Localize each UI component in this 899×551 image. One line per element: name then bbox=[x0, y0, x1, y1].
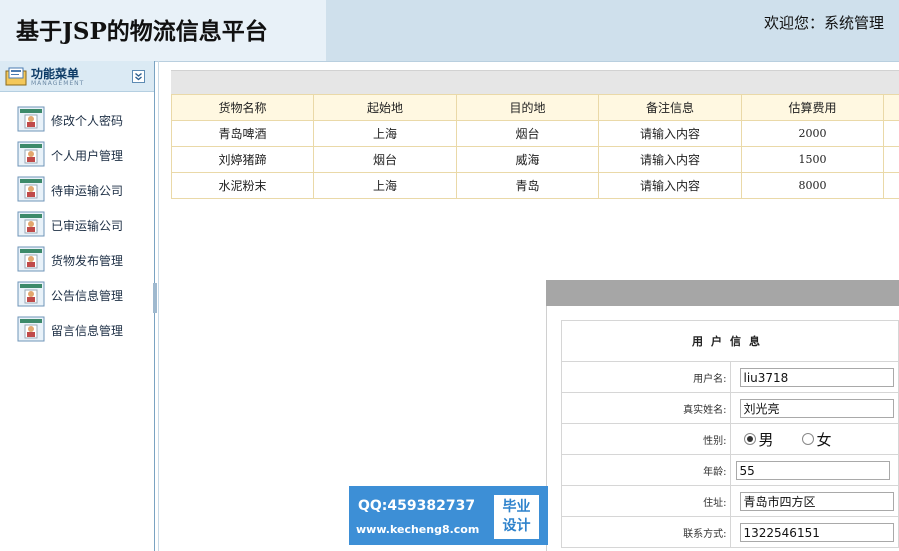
gender-female-radio[interactable] bbox=[801, 433, 814, 445]
sidebar-item-pending-companies[interactable]: 待审运输公司 bbox=[17, 176, 147, 204]
age-field[interactable]: 55 bbox=[735, 460, 890, 480]
table-cell: 上海 bbox=[313, 172, 457, 199]
column-header: 估算费用 bbox=[741, 94, 884, 121]
user-card-icon bbox=[17, 141, 45, 170]
user-info-caption: 用户信息 bbox=[561, 320, 899, 362]
user-info-table: 用户信息 用户名: liu3718 真实姓名: 刘光亮 性别: 男女 年龄: 5… bbox=[561, 320, 899, 548]
sidebar-item-label: 修改个人密码 bbox=[51, 114, 124, 128]
table-row: 青岛啤酒 上海 烟台 请输入内容 2000 bbox=[171, 120, 899, 147]
table-cell: 威海 bbox=[456, 146, 599, 173]
field-label: 性别: bbox=[561, 423, 731, 455]
field-label: 住址: bbox=[561, 485, 731, 517]
table-cell: 烟台 bbox=[456, 120, 599, 147]
gender-radio-group: 男女 bbox=[743, 430, 860, 449]
column-header: 备注信息 bbox=[598, 94, 742, 121]
table-cell: 上海 bbox=[313, 120, 457, 147]
table-cell: 请输入内容 bbox=[598, 172, 742, 199]
user-card-icon bbox=[17, 106, 45, 135]
watermark-badge: 毕业 设计 bbox=[494, 495, 539, 539]
top-header: 基于JSP的物流信息平台 欢迎您：系统管理 bbox=[0, 0, 899, 62]
column-header: 目的地 bbox=[456, 94, 599, 121]
table-header-row: 货物名称 起始地 目的地 备注信息 估算费用 bbox=[171, 94, 899, 121]
sidebar-item-label: 待审运输公司 bbox=[51, 184, 124, 198]
table-row: 刘婷猪蹄 烟台 威海 请输入内容 1500 bbox=[171, 146, 899, 173]
column-header: 起始地 bbox=[313, 94, 457, 121]
field-label: 用户名: bbox=[561, 361, 731, 393]
sidebar-item-change-password[interactable]: 修改个人密码 bbox=[17, 106, 147, 134]
app-title: 基于JSP的物流信息平台 bbox=[16, 18, 268, 45]
sidebar-item-label: 货物发布管理 bbox=[51, 254, 124, 268]
table-cell: 8000 bbox=[741, 172, 884, 199]
table-cell: 烟台 bbox=[313, 146, 457, 173]
sidebar-item-notices[interactable]: 公告信息管理 bbox=[17, 281, 147, 309]
sidebar-resize-handle[interactable] bbox=[153, 283, 157, 313]
watermark-url: www.kecheng8.com bbox=[356, 523, 480, 536]
welcome-text: 欢迎您：系统管理 bbox=[764, 14, 885, 32]
address-field[interactable]: 青岛市四方区 bbox=[739, 491, 894, 511]
badge-line: 毕业 bbox=[502, 499, 531, 515]
realname-field[interactable]: 刘光亮 bbox=[739, 398, 894, 418]
divider bbox=[158, 61, 159, 551]
collapse-chevron-icon[interactable] bbox=[132, 70, 145, 83]
field-label: 联系方式: bbox=[561, 516, 731, 548]
user-panel-titlebar bbox=[546, 280, 899, 306]
table-row: 水泥粉末 上海 青岛 请输入内容 8000 bbox=[171, 172, 899, 199]
user-card-icon bbox=[17, 316, 45, 345]
user-card-icon bbox=[17, 246, 45, 275]
table-cell bbox=[883, 146, 899, 173]
field-label: 真实姓名: bbox=[561, 392, 731, 424]
field-label: 年龄: bbox=[561, 454, 731, 486]
sidebar-item-label: 个人用户管理 bbox=[51, 149, 124, 163]
sidebar-item-goods-publish[interactable]: 货物发布管理 bbox=[17, 246, 147, 274]
sidebar-item-label: 公告信息管理 bbox=[51, 289, 124, 303]
table-cell bbox=[883, 172, 899, 199]
menu-folder-icon bbox=[5, 66, 27, 89]
table-cell: 2000 bbox=[741, 120, 884, 147]
sidebar-item-label: 已审运输公司 bbox=[51, 219, 124, 233]
radio-label: 男 bbox=[758, 430, 774, 449]
sidebar-subtitle: MANAGEMENT bbox=[31, 80, 85, 87]
table-toolbar bbox=[171, 70, 899, 95]
gender-male-radio[interactable] bbox=[743, 433, 756, 445]
table-cell: 水泥粉末 bbox=[171, 172, 314, 199]
column-header bbox=[883, 94, 899, 121]
table-cell: 青岛 bbox=[456, 172, 599, 199]
sidebar-item-messages[interactable]: 留言信息管理 bbox=[17, 316, 147, 344]
user-card-icon bbox=[17, 281, 45, 310]
table-cell: 刘婷猪蹄 bbox=[171, 146, 314, 173]
user-card-icon bbox=[17, 176, 45, 205]
goods-table: 货物名称 起始地 目的地 备注信息 估算费用 青岛啤酒 上海 烟台 请输入内容 … bbox=[171, 94, 899, 199]
user-card-icon bbox=[17, 211, 45, 240]
sidebar: 功能菜单 MANAGEMENT 修改个人密码 个人用户管理 待审运输公司 已审运… bbox=[0, 61, 155, 551]
radio-label: 女 bbox=[816, 430, 832, 449]
title-box: 基于JSP的物流信息平台 bbox=[0, 0, 326, 61]
sidebar-item-approved-companies[interactable]: 已审运输公司 bbox=[17, 211, 147, 239]
watermark-qq: QQ:459382737 bbox=[358, 498, 476, 514]
username-field[interactable]: liu3718 bbox=[739, 367, 894, 387]
sidebar-item-label: 留言信息管理 bbox=[51, 324, 124, 338]
watermark-banner: QQ:459382737 www.kecheng8.com 毕业 设计 bbox=[349, 486, 548, 545]
table-cell: 请输入内容 bbox=[598, 146, 742, 173]
badge-line: 设计 bbox=[502, 518, 531, 534]
table-cell bbox=[883, 120, 899, 147]
sidebar-item-personal-users[interactable]: 个人用户管理 bbox=[17, 141, 147, 169]
table-cell: 青岛啤酒 bbox=[171, 120, 314, 147]
column-header: 货物名称 bbox=[171, 94, 314, 121]
phone-field[interactable]: 1322546151 bbox=[739, 522, 894, 542]
sidebar-header: 功能菜单 MANAGEMENT bbox=[0, 61, 154, 92]
table-cell: 1500 bbox=[741, 146, 884, 173]
table-cell: 请输入内容 bbox=[598, 120, 742, 147]
